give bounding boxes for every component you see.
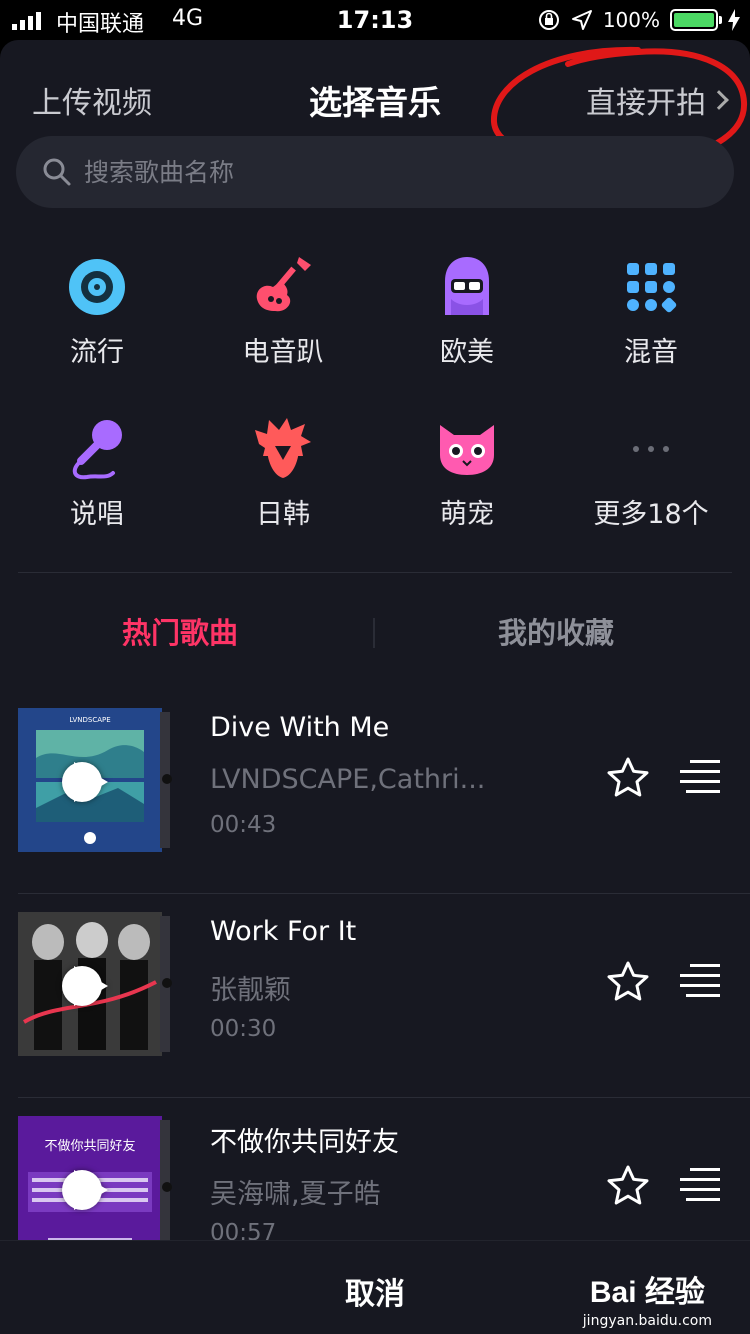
spiky-hair-icon <box>248 414 318 484</box>
vinyl-edge <box>160 712 172 848</box>
song-title: 不做你共同好友 <box>210 1127 399 1158</box>
category-more[interactable]: 更多18个 <box>581 414 721 531</box>
category-remix[interactable]: 混音 <box>581 252 721 369</box>
microphone-icon <box>62 414 132 484</box>
menu-lines-icon[interactable] <box>680 1168 720 1202</box>
album-cover[interactable]: LVNDSCAPE <box>18 708 162 852</box>
category-label: 流行 <box>70 337 124 368</box>
category-pets[interactable]: 萌宠 <box>397 414 537 531</box>
divider <box>18 572 732 573</box>
search-input[interactable] <box>84 157 684 187</box>
vinyl-icon <box>62 252 132 322</box>
song-row[interactable]: LVNDSCAPE Dive With Me LVNDSCAPE,Cathri.… <box>0 690 750 894</box>
baidu-jingyan-watermark: Bai 经验 jingyan.baidu.com <box>583 1267 712 1329</box>
song-row[interactable]: 不做你共同好友 不做你共同好友 吴海啸,夏子皓 00:57 <box>0 1098 750 1240</box>
category-label: 欧美 <box>440 337 494 368</box>
song-duration: 00:57 <box>210 1220 277 1240</box>
vinyl-edge <box>160 916 172 1052</box>
song-duration: 00:30 <box>210 1016 277 1042</box>
play-icon[interactable] <box>62 762 108 802</box>
shoot-directly-button[interactable]: 直接开拍 <box>586 78 729 122</box>
status-icons: 100% <box>537 6 740 34</box>
category-label: 更多18个 <box>593 499 709 530</box>
battery-percent: 100% <box>602 8 660 32</box>
search-bar[interactable] <box>16 136 734 208</box>
header: 上传视频 选择音乐 直接开拍 <box>0 40 750 166</box>
star-icon[interactable] <box>606 960 650 1004</box>
category-western[interactable]: 欧美 <box>397 252 537 369</box>
category-edm[interactable]: 电音趴 <box>213 252 353 369</box>
song-duration: 00:43 <box>210 812 277 838</box>
album-cover[interactable] <box>18 912 162 1056</box>
orientation-lock-icon <box>538 10 559 30</box>
more-dots-icon <box>616 414 686 484</box>
search-icon <box>43 158 71 186</box>
status-bar: 中国联通 4G 17:13 100% <box>0 0 750 40</box>
star-icon[interactable] <box>606 756 650 800</box>
music-picker-sheet: 上传视频 选择音乐 直接开拍 流行 <box>0 40 750 1334</box>
menu-lines-icon[interactable] <box>680 964 720 998</box>
watermark-logo: Bai 经验 <box>589 1276 705 1309</box>
chevron-right-icon <box>709 90 729 110</box>
sunglasses-girl-icon <box>432 252 502 322</box>
guitar-icon <box>248 252 318 322</box>
location-icon <box>571 10 592 30</box>
shoot-directly-label: 直接开拍 <box>586 86 706 121</box>
battery-icon <box>670 9 722 31</box>
category-label: 电音趴 <box>242 337 324 368</box>
dots-grid-icon <box>616 252 686 322</box>
cat-icon <box>432 414 502 484</box>
category-jpkr[interactable]: 日韩 <box>213 414 353 531</box>
category-rap[interactable]: 说唱 <box>27 414 167 531</box>
play-icon[interactable] <box>62 966 108 1006</box>
category-label: 日韩 <box>256 499 310 530</box>
song-artist: 张靓颖 <box>210 975 291 1006</box>
category-pop[interactable]: 流行 <box>27 252 167 369</box>
category-label: 混音 <box>624 337 678 368</box>
tab-my-favorites[interactable]: 我的收藏 <box>498 610 614 652</box>
song-title: Dive With Me <box>210 712 390 743</box>
song-artist: 吴海啸,夏子皓 <box>210 1179 381 1210</box>
song-title: Work For It <box>210 916 357 947</box>
star-icon[interactable] <box>606 1164 650 1208</box>
song-list: LVNDSCAPE Dive With Me LVNDSCAPE,Cathri.… <box>0 690 750 1240</box>
tab-hot-songs[interactable]: 热门歌曲 <box>122 610 238 652</box>
song-tabs: 热门歌曲 我的收藏 <box>0 600 750 666</box>
category-label: 说唱 <box>70 499 124 530</box>
cover-text: 不做你共同好友 <box>44 1138 135 1154</box>
play-icon[interactable] <box>62 1170 108 1210</box>
tab-separator <box>373 618 375 648</box>
vinyl-edge <box>160 1120 172 1240</box>
album-cover[interactable]: 不做你共同好友 <box>18 1116 162 1240</box>
cover-text: LVNDSCAPE <box>69 716 110 724</box>
footer: 取消 Bai 经验 jingyan.baidu.com <box>0 1240 750 1334</box>
charging-icon <box>728 9 740 31</box>
category-label: 萌宠 <box>440 499 494 530</box>
menu-lines-icon[interactable] <box>680 760 720 794</box>
song-artist: LVNDSCAPE,Cathri... <box>210 764 486 795</box>
watermark-url: jingyan.baidu.com <box>582 1313 712 1329</box>
song-row[interactable]: Work For It 张靓颖 00:30 <box>0 894 750 1098</box>
